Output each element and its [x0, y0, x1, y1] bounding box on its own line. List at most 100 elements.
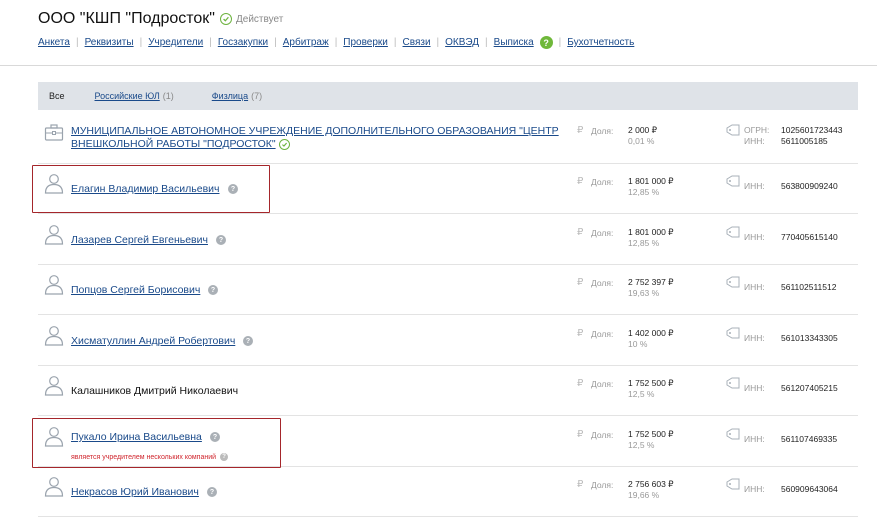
nav-svyazi[interactable]: Связи	[403, 37, 431, 48]
founder-name-link: Калашников Дмитрий Николаевич	[71, 385, 238, 398]
share-label: Доля:	[591, 480, 614, 490]
id-card-icon	[726, 478, 740, 490]
nav-separator: |	[274, 37, 277, 48]
founder-row: Попцов Сергей Борисович? ₽ Доля: 2 752 3…	[38, 265, 858, 315]
share-percent: 12,85 %	[628, 238, 660, 248]
founder-name-link[interactable]: Хисматуллин Андрей Робертович	[71, 335, 235, 348]
filter-ru-entities[interactable]: Российские ЮЛ	[95, 91, 160, 101]
nav-separator: |	[393, 37, 397, 48]
id-values: 1025601723443 5611005185	[781, 125, 842, 147]
founder-name-text: Елагин Владимир Васильевич	[71, 183, 220, 195]
page-title: ООО "КШП "Подросток"	[38, 10, 215, 27]
founder-row-org: МУНИЦИПАЛЬНОЕ АВТОНОМНОЕ УЧРЕЖДЕНИЕ ДОПО…	[38, 113, 858, 164]
inn-label: ИНН:	[744, 383, 765, 393]
founder-name-link[interactable]: Елагин Владимир Васильевич	[71, 183, 220, 196]
filter-individuals-count: (7)	[251, 91, 263, 101]
inn-label: ИНН:	[744, 484, 765, 494]
help-icon[interactable]: ?	[216, 235, 226, 245]
ruble-icon: ₽	[577, 479, 584, 490]
founder-name-text: Лазарев Сергей Евгеньевич	[71, 234, 208, 246]
id-labels: ИНН:	[744, 176, 765, 192]
share-percent: 19,63 %	[628, 288, 660, 298]
founder-name-link[interactable]: Попцов Сергей Борисович	[71, 284, 200, 297]
help-icon[interactable]: ?	[210, 432, 220, 442]
help-icon[interactable]: ?	[228, 184, 238, 194]
nav-separator: |	[75, 37, 79, 48]
nav-vypiska[interactable]: Выписка	[494, 37, 534, 48]
id-values: 561102511512	[781, 277, 836, 293]
id-labels: ИНН:	[744, 479, 765, 495]
nav-okved[interactable]: ОКВЭД	[445, 37, 479, 48]
ruble-icon: ₽	[577, 277, 584, 288]
nav-separator: |	[139, 37, 143, 48]
share-percent: 12,85 %	[628, 187, 660, 197]
id-card-icon	[726, 377, 740, 389]
share-label: Доля:	[591, 228, 614, 238]
help-icon[interactable]: ?	[220, 453, 229, 461]
share-amount: 2 752 397 ₽	[628, 277, 674, 287]
share-amount: 2 000 ₽	[628, 125, 658, 135]
nav-rekvizity[interactable]: Реквизиты	[85, 37, 134, 48]
person-icon	[44, 376, 64, 396]
id-values: 561107469335	[781, 429, 837, 445]
inn-label: ИНН:	[744, 136, 765, 146]
founder-name-link[interactable]: Пукало Ирина Васильевна	[71, 431, 202, 444]
ruble-icon: ₽	[577, 125, 584, 136]
filter-individuals[interactable]: Физлица	[212, 91, 248, 101]
nav-arbitrazh[interactable]: Арбитраж	[283, 37, 329, 48]
person-icon	[44, 225, 64, 245]
inn-value: 563800909240	[781, 181, 838, 191]
id-values: 561207405215	[781, 378, 838, 394]
founder-name-text: Попцов Сергей Борисович	[71, 284, 201, 296]
inn-value: 561013343305	[781, 333, 838, 343]
id-labels: ИНН:	[744, 378, 765, 394]
nav-uchrediteli[interactable]: Учредители	[148, 37, 203, 48]
ruble-icon: ₽	[577, 176, 584, 187]
founder-name-link[interactable]: Некрасов Юрий Иванович	[71, 486, 199, 499]
person-icon	[44, 326, 64, 346]
id-values: 563800909240	[781, 176, 838, 192]
inn-value: 561207405215	[781, 383, 838, 393]
multi-company-note: является учредителем нескольких компаний…	[71, 453, 229, 461]
person-icon	[44, 174, 64, 194]
id-card-icon	[726, 175, 740, 187]
inn-label: ИНН:	[744, 282, 765, 292]
nav-proverki[interactable]: Проверки	[343, 37, 388, 48]
founder-row: Лазарев Сергей Евгеньевич? ₽ Доля: 1 801…	[38, 215, 858, 265]
help-icon[interactable]: ?	[243, 336, 253, 346]
filter-all[interactable]: Все	[49, 91, 65, 101]
founders-filter-bar: Все Российские ЮЛ (1) Физлица (7)	[38, 82, 858, 110]
id-card-icon	[726, 276, 740, 288]
founder-name-text: Некрасов Юрий Иванович	[71, 486, 199, 498]
ruble-icon: ₽	[577, 328, 584, 339]
inn-label: ИНН:	[744, 181, 765, 191]
share-percent: 10 %	[628, 339, 648, 349]
founder-name-link[interactable]: МУНИЦИПАЛЬНОЕ АВТОНОМНОЕ УЧРЕЖДЕНИЕ ДОПО…	[71, 125, 561, 151]
inn-value: 561107469335	[781, 434, 838, 444]
share-percent: 0,01 %	[628, 136, 655, 146]
founder-name-text: Хисматуллин Андрей Робертович	[71, 335, 236, 347]
inn-label: ИНН:	[744, 232, 765, 242]
share-label: Доля:	[591, 278, 614, 288]
section-nav: Анкета | Реквизиты | Учредители | Госзакупк…	[38, 36, 634, 49]
id-card-icon	[726, 428, 740, 440]
founder-name-link[interactable]: Лазарев Сергей Евгеньевич	[71, 234, 208, 247]
founder-row: Некрасов Юрий Иванович? ₽ Доля: 2 756 60…	[38, 467, 858, 517]
id-values: 770405615140	[781, 227, 838, 243]
nav-goszakupki[interactable]: Госзакупки	[218, 37, 268, 48]
nav-buhotchetnost[interactable]: Бухотчетность	[567, 37, 634, 48]
nav-anketa[interactable]: Анкета	[38, 37, 70, 48]
ruble-icon: ₽	[577, 429, 584, 440]
help-icon[interactable]: ?	[539, 36, 553, 49]
share-amount: 1 801 000 ₽	[628, 227, 674, 237]
id-values: 561013343305	[781, 328, 838, 344]
inn-value: 5611005185	[781, 136, 828, 146]
share-label: Доля:	[591, 329, 614, 339]
help-icon[interactable]: ?	[208, 285, 218, 295]
founder-name-text: Пукало Ирина Васильевна	[71, 431, 202, 443]
inn-value: 561102511512	[781, 282, 837, 292]
ruble-icon: ₽	[577, 227, 584, 238]
id-labels: ИНН:	[744, 227, 765, 243]
title-row: ООО "КШП "Подросток" Действует	[38, 10, 283, 28]
help-icon[interactable]: ?	[207, 487, 217, 497]
